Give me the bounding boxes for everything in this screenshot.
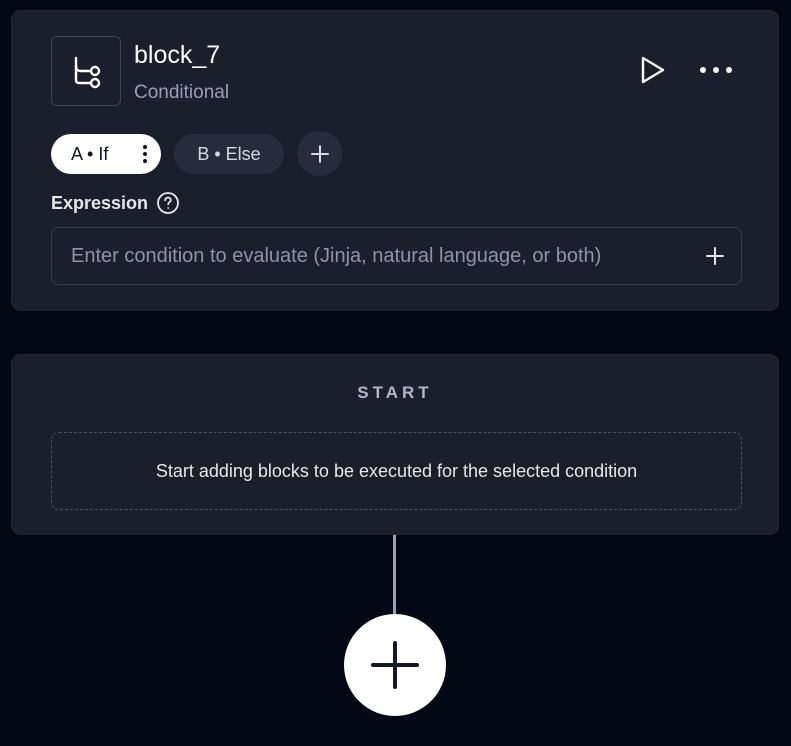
add-branch-button[interactable] [297,131,342,176]
expression-field [51,227,742,285]
plus-icon [706,247,724,265]
conditional-block-card: block_7 Conditional A • If B • Else Expr… [11,10,779,311]
play-icon [641,56,665,84]
tab-label: B • Else [197,143,261,164]
expression-input[interactable] [52,228,688,284]
tab-else-branch[interactable]: B • Else [174,134,284,174]
tab-label: A • If [71,143,109,164]
plus-icon [310,144,329,163]
block-title[interactable]: block_7 [134,41,220,69]
branch-start-header: START [357,383,433,402]
insert-parameter-button[interactable] [701,242,729,270]
expression-label-text: Expression [51,192,149,213]
connector-line [393,535,396,615]
question-circle-icon[interactable] [156,191,180,215]
plus-icon [371,641,419,689]
run-block-button[interactable] [636,53,670,87]
branch-body-card: START Start adding blocks to be executed… [11,354,779,535]
tab-if-branch[interactable]: A • If [51,134,161,174]
block-type-label: Conditional [134,82,230,103]
expression-label: Expression [51,191,180,215]
vertical-ellipsis-icon[interactable] [139,143,151,165]
conditional-branch-icon [51,36,121,106]
empty-branch-message: Start adding blocks to be executed for t… [155,460,638,481]
branch-drop-zone[interactable]: Start adding blocks to be executed for t… [51,432,742,510]
ellipsis-icon [700,67,732,73]
add-block-button[interactable] [344,614,446,716]
more-options-button[interactable] [696,55,736,85]
